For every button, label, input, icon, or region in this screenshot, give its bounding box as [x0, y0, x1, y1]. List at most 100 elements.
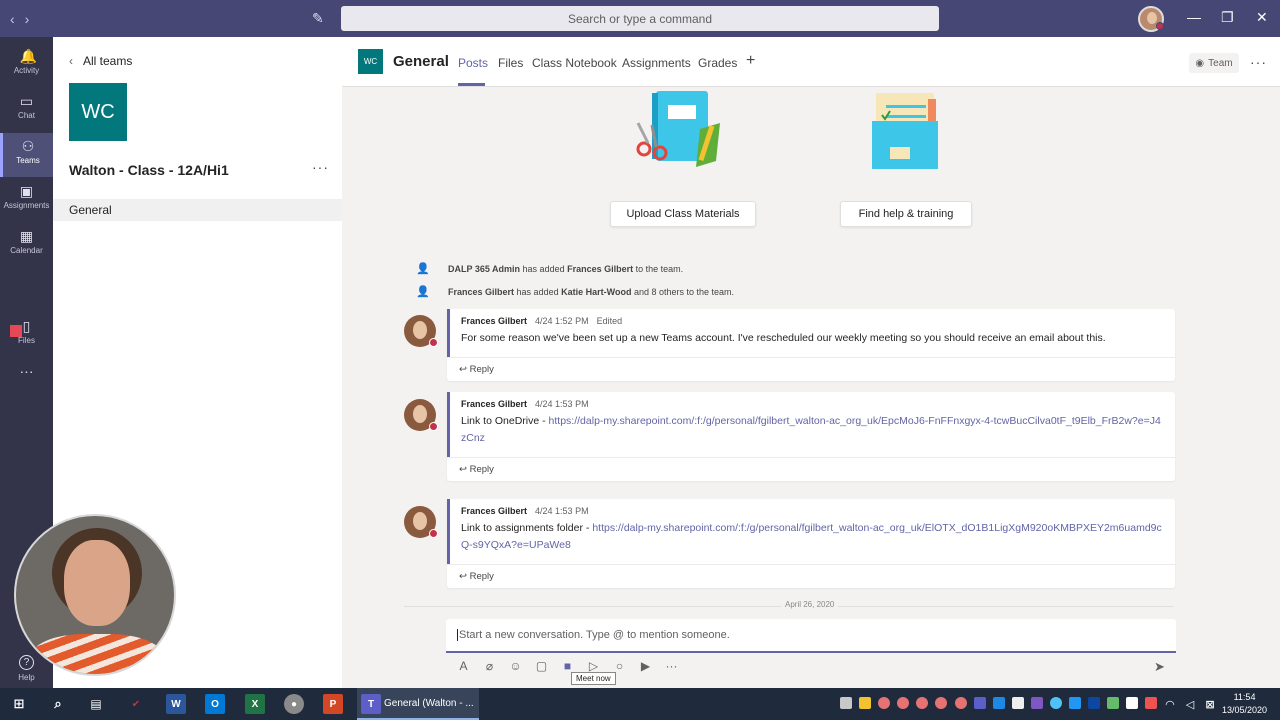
header-more-options-icon[interactable]: ···: [1250, 54, 1267, 70]
chevron-left-icon: ‹: [69, 54, 73, 68]
tray-app-icon[interactable]: [1107, 697, 1119, 709]
date-separator-label: April 26, 2020: [781, 600, 839, 609]
meet-now-icon[interactable]: ■: [561, 659, 574, 673]
event-verb: has added: [522, 263, 565, 274]
search-icon[interactable]: ⌕: [48, 694, 68, 714]
windows-start-icon[interactable]: ⊞: [9, 694, 29, 714]
message-author[interactable]: Frances Gilbert: [461, 316, 527, 326]
add-tab-icon[interactable]: +: [746, 52, 755, 70]
lock-icon[interactable]: [859, 697, 871, 709]
teams-tray-icon[interactable]: [974, 697, 986, 709]
pen-app-icon[interactable]: ✔: [126, 694, 146, 714]
rail-assignments[interactable]: ▣ Assignments: [0, 178, 53, 222]
message-author[interactable]: Frances Gilbert: [461, 399, 527, 409]
tab-posts[interactable]: Posts: [458, 56, 488, 70]
tab-grades[interactable]: Grades: [698, 56, 737, 70]
rail-activity[interactable]: 🔔 Activity: [0, 43, 53, 87]
search-command-box[interactable]: Search or type a command: [341, 6, 939, 31]
files-icon: ▯: [22, 318, 31, 334]
rail-more-apps[interactable]: ···: [0, 363, 53, 407]
channel-general[interactable]: General: [53, 199, 342, 221]
rail-label: Files: [18, 336, 35, 345]
reply-arrow-icon: ↩: [459, 364, 467, 375]
upload-class-materials-button[interactable]: Upload Class Materials: [610, 201, 756, 227]
find-help-training-button[interactable]: Find help & training: [840, 201, 972, 227]
posts-feed: Upload Class Materials Find help & train…: [342, 87, 1280, 688]
stream-icon[interactable]: ▷: [587, 659, 600, 673]
back-arrow-icon[interactable]: ‹: [10, 11, 15, 27]
rail-calendar[interactable]: ▦ Calendar: [0, 223, 53, 267]
app-icon[interactable]: ●: [284, 694, 304, 714]
new-conversation-input[interactable]: Start a new conversation. Type @ to ment…: [446, 619, 1176, 653]
powerpoint-icon[interactable]: P: [323, 694, 343, 714]
onedrive-icon[interactable]: [1050, 697, 1062, 709]
message-card: Frances Gilbert 4/24 1:52 PM Edited For …: [447, 309, 1175, 381]
channel-header: WC General Posts Files Class Notebook As…: [342, 37, 1280, 87]
compose-icon[interactable]: ✎: [312, 10, 324, 27]
teams-icon: T: [361, 694, 381, 714]
tray-app-icon[interactable]: [878, 697, 890, 709]
presence-busy-icon: [429, 422, 438, 431]
reply-button[interactable]: ↩ Reply: [447, 564, 1175, 588]
language-icon[interactable]: ⊠: [1200, 694, 1220, 714]
volume-icon[interactable]: ◁: [1180, 694, 1200, 714]
emoji-icon[interactable]: ☺: [509, 659, 522, 673]
send-icon[interactable]: ➤: [1154, 659, 1165, 675]
sticker-icon[interactable]: ▢: [535, 659, 548, 673]
wifi-icon[interactable]: ◠: [1160, 694, 1180, 714]
rail-teams[interactable]: ⚇ Teams: [0, 133, 53, 177]
message-time: 4/24 1:53 PM: [535, 399, 589, 409]
tray-app-icon[interactable]: [916, 697, 928, 709]
word-icon[interactable]: W: [166, 694, 186, 714]
all-teams-link[interactable]: ‹ All teams: [69, 54, 132, 68]
reply-label: Reply: [469, 571, 494, 582]
reply-label: Reply: [469, 364, 494, 375]
video-icon[interactable]: ▶: [639, 659, 652, 673]
active-window-label: General (Walton - ...: [384, 698, 474, 709]
reply-button[interactable]: ↩ Reply: [447, 357, 1175, 381]
windows-taskbar: ⊞ ⌕ ▤ ✔ W O X ● P T General (Walton - ..…: [0, 688, 1280, 720]
praise-icon[interactable]: ○: [613, 659, 626, 673]
tray-app-icon[interactable]: [955, 697, 967, 709]
tab-assignments[interactable]: Assignments: [622, 56, 691, 70]
more-options-icon[interactable]: ···: [665, 659, 678, 673]
tray-app-icon[interactable]: [897, 697, 909, 709]
team-button[interactable]: ◉ Team: [1189, 53, 1239, 73]
tab-files[interactable]: Files: [498, 56, 523, 70]
tray-app-icon[interactable]: [1069, 697, 1081, 709]
team-button-label: Team: [1208, 57, 1233, 69]
reply-button[interactable]: ↩ Reply: [447, 457, 1175, 481]
tray-app-icon[interactable]: [1031, 697, 1043, 709]
rail-files[interactable]: ▯ Files: [0, 313, 53, 357]
text-caret: [457, 629, 458, 642]
format-icon[interactable]: A: [457, 659, 470, 673]
system-clock[interactable]: 11:54 13/05/2020: [1222, 691, 1267, 717]
rail-chat[interactable]: ▭ Chat: [0, 88, 53, 132]
message-author[interactable]: Frances Gilbert: [461, 506, 527, 516]
tray-app-icon[interactable]: [1012, 697, 1024, 709]
event-verb: has added: [516, 286, 559, 297]
active-tab-indicator: [458, 83, 485, 86]
presence-busy-icon: [1156, 22, 1164, 30]
tray-app-icon[interactable]: [935, 697, 947, 709]
onedrive-link[interactable]: https://dalp-my.sharepoint.com/:f:/g/per…: [461, 415, 1161, 444]
excel-icon[interactable]: X: [245, 694, 265, 714]
tray-app-icon[interactable]: [1126, 697, 1138, 709]
maximize-button[interactable]: ❐: [1221, 9, 1234, 26]
task-view-icon[interactable]: ▤: [86, 694, 106, 714]
forward-arrow-icon[interactable]: ›: [25, 11, 30, 27]
minimize-button[interactable]: —: [1187, 9, 1201, 25]
calendar-icon: ▦: [19, 228, 34, 244]
tray-app-icon[interactable]: [993, 697, 1005, 709]
message-card: Frances Gilbert 4/24 1:53 PM Link to One…: [447, 392, 1175, 481]
attach-icon[interactable]: ⌀: [483, 659, 496, 673]
tray-app-icon[interactable]: [1145, 697, 1157, 709]
system-event-row: 👤 Frances Gilbert has added Katie Hart-W…: [414, 285, 734, 298]
close-button[interactable]: ✕: [1256, 9, 1268, 26]
tab-class-notebook[interactable]: Class Notebook: [532, 56, 617, 70]
tray-app-icon[interactable]: [1088, 697, 1100, 709]
printer-icon[interactable]: [840, 697, 852, 709]
team-more-options-icon[interactable]: ···: [312, 159, 329, 175]
event-target: Frances Gilbert: [567, 263, 634, 274]
outlook-icon[interactable]: O: [205, 694, 225, 714]
